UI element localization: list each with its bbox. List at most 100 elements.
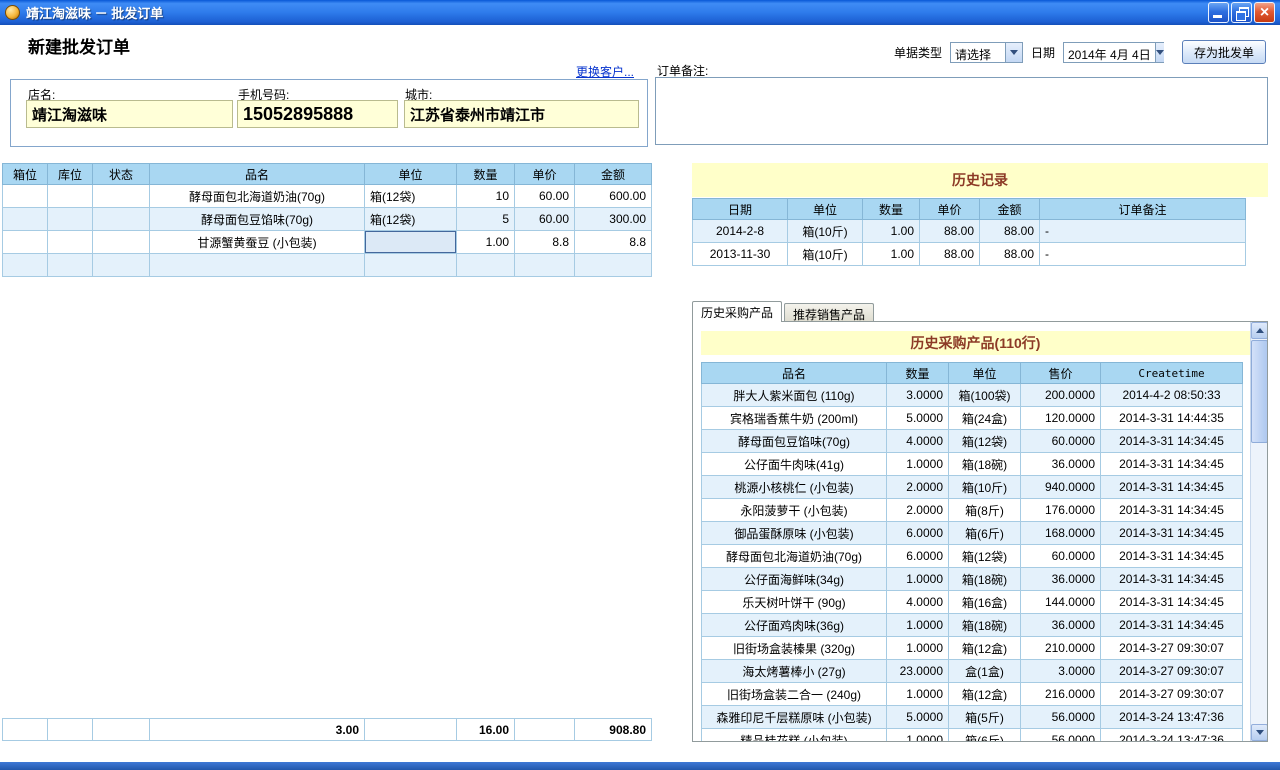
totals-loc-cell: [48, 719, 93, 741]
history-section-title: 历史记录: [692, 163, 1268, 197]
order-totals-table: 3.00 16.00 908.80: [2, 718, 652, 741]
column-header: 单位: [949, 363, 1021, 384]
purchase-row[interactable]: 永阳菠萝干 (小包装)2.0000箱(8斤)176.00002014-3-31 …: [702, 499, 1243, 522]
date-value: 2014年 4月 4日: [1064, 43, 1155, 62]
history-row[interactable]: 2014-2-8箱(10斤)1.0088.0088.00-: [693, 220, 1246, 243]
column-header: 状态: [93, 164, 150, 185]
purchase-row-time: 2014-3-31 14:44:35: [1101, 407, 1243, 430]
purchase-row[interactable]: 精品桂花糕 (小包装)1.0000箱(6斤)56.00002014-3-24 1…: [702, 729, 1243, 743]
store-name-field[interactable]: [26, 100, 233, 128]
order-totals-row: 3.00 16.00 908.80: [3, 719, 652, 741]
order-row-qty: 10: [457, 185, 515, 208]
chevron-down-icon[interactable]: [1005, 43, 1022, 62]
chevron-down-icon[interactable]: [1155, 43, 1164, 62]
phone-field[interactable]: [237, 100, 398, 128]
order-row-unit: 箱(12袋): [365, 185, 457, 208]
purchase-row-time: 2014-3-31 14:34:45: [1101, 499, 1243, 522]
close-button[interactable]: [1254, 2, 1275, 23]
purchase-row-name: 旧街场盒装榛果 (320g): [702, 637, 887, 660]
order-row-price: 60.00: [515, 185, 575, 208]
scroll-down-icon[interactable]: [1251, 724, 1268, 741]
order-row-loc: [48, 231, 93, 254]
purchase-row-qty: 6.0000: [887, 545, 949, 568]
window-controls: [1208, 2, 1275, 23]
tab-history-purchase[interactable]: 历史采购产品: [692, 301, 782, 322]
order-row-name: [150, 254, 365, 277]
doc-type-select[interactable]: 请选择: [950, 42, 1023, 63]
column-header: 订单备注: [1040, 199, 1246, 220]
purchase-row-time: 2014-3-24 13:47:36: [1101, 706, 1243, 729]
scrollbar-thumb[interactable]: [1251, 340, 1268, 443]
order-row[interactable]: 酵母面包北海道奶油(70g)箱(12袋)1060.00600.00: [3, 185, 652, 208]
history-row-remark: -: [1040, 220, 1246, 243]
totals-qty: 16.00: [457, 719, 515, 741]
history-row-price: 88.00: [920, 243, 980, 266]
purchase-row[interactable]: 御品蛋酥原味 (小包装)6.0000箱(6斤)168.00002014-3-31…: [702, 522, 1243, 545]
purchase-table: 品名数量单位售价Createtime 胖大人紫米面包 (110g)3.0000箱…: [701, 362, 1243, 742]
order-row-box: [3, 185, 48, 208]
order-table-wrap: 箱位库位状态品名单位数量单价金额 酵母面包北海道奶油(70g)箱(12袋)106…: [2, 163, 652, 277]
purchase-row-qty: 6.0000: [887, 522, 949, 545]
order-row-status: [93, 231, 150, 254]
purchase-row-time: 2014-3-31 14:34:45: [1101, 614, 1243, 637]
purchase-row[interactable]: 旧街场盒装榛果 (320g)1.0000箱(12盒)210.00002014-3…: [702, 637, 1243, 660]
tab-bar: 历史采购产品 推荐销售产品: [692, 301, 876, 322]
purchase-row-price: 176.0000: [1021, 499, 1101, 522]
change-customer-link[interactable]: 更换客户...: [576, 63, 648, 80]
minimize-button[interactable]: [1208, 2, 1229, 23]
purchase-row[interactable]: 公仔面鸡肉味(36g)1.0000箱(18碗)36.00002014-3-31 …: [702, 614, 1243, 637]
save-wholesale-button[interactable]: 存为批发单: [1182, 40, 1266, 64]
purchase-row-time: 2014-3-31 14:34:45: [1101, 430, 1243, 453]
order-row[interactable]: 酵母面包豆馅味(70g)箱(12袋)560.00300.00: [3, 208, 652, 231]
purchase-row-time: 2014-3-24 13:47:36: [1101, 729, 1243, 743]
purchase-row[interactable]: 乐天树叶饼干 (90g)4.0000箱(16盒)144.00002014-3-3…: [702, 591, 1243, 614]
purchase-row-name: 乐天树叶饼干 (90g): [702, 591, 887, 614]
history-row-amount: 88.00: [980, 220, 1040, 243]
column-header: 金额: [575, 164, 652, 185]
purchase-row-qty: 2.0000: [887, 476, 949, 499]
purchase-scrollbar[interactable]: [1250, 322, 1267, 741]
restore-button[interactable]: [1231, 2, 1252, 23]
scroll-up-icon[interactable]: [1251, 322, 1268, 339]
purchase-row-name: 旧街场盒装二合一 (240g): [702, 683, 887, 706]
purchase-row-qty: 5.0000: [887, 706, 949, 729]
purchase-row[interactable]: 森雅印尼千层糕原味 (小包装)5.0000箱(5斤)56.00002014-3-…: [702, 706, 1243, 729]
doc-type-value: 请选择: [951, 43, 995, 62]
tab-recommend-sale[interactable]: 推荐销售产品: [784, 303, 874, 322]
history-row[interactable]: 2013-11-30箱(10斤)1.0088.0088.00-: [693, 243, 1246, 266]
order-row[interactable]: 甘源蟹黄蚕豆 (小包装)1.008.88.8: [3, 231, 652, 254]
purchase-row-qty: 5.0000: [887, 407, 949, 430]
purchase-row-qty: 1.0000: [887, 637, 949, 660]
purchase-row-name: 御品蛋酥原味 (小包装): [702, 522, 887, 545]
column-header: 单价: [515, 164, 575, 185]
order-row-amount: 300.00: [575, 208, 652, 231]
date-label: 日期: [1031, 44, 1055, 61]
history-table-header: 日期单位数量单价金额订单备注: [693, 199, 1246, 220]
column-header: 库位: [48, 164, 93, 185]
purchase-row-unit: 箱(10斤): [949, 476, 1021, 499]
purchase-row[interactable]: 酵母面包北海道奶油(70g)6.0000箱(12袋)60.00002014-3-…: [702, 545, 1243, 568]
order-row-unit: 箱(12袋): [365, 208, 457, 231]
date-select[interactable]: 2014年 4月 4日: [1063, 42, 1164, 63]
history-row-qty: 1.00: [863, 220, 920, 243]
purchase-row[interactable]: 胖大人紫米面包 (110g)3.0000箱(100袋)200.00002014-…: [702, 384, 1243, 407]
order-row[interactable]: [3, 254, 652, 277]
purchase-row[interactable]: 海太烤薯棒小 (27g)23.0000盒(1盒)3.00002014-3-27 …: [702, 660, 1243, 683]
purchase-row[interactable]: 旧街场盒装二合一 (240g)1.0000箱(12盒)216.00002014-…: [702, 683, 1243, 706]
order-row-price: [515, 254, 575, 277]
totals-box-cell: [3, 719, 48, 741]
purchase-row[interactable]: 宾格瑞香蕉牛奶 (200ml)5.0000箱(24盒)120.00002014-…: [702, 407, 1243, 430]
purchase-row[interactable]: 桃源小核桃仁 (小包装)2.0000箱(10斤)940.00002014-3-3…: [702, 476, 1243, 499]
purchase-row-name: 永阳菠萝干 (小包装): [702, 499, 887, 522]
purchase-row-price: 36.0000: [1021, 568, 1101, 591]
purchase-row-time: 2014-3-27 09:30:07: [1101, 637, 1243, 660]
purchase-row[interactable]: 酵母面包豆馅味(70g)4.0000箱(12袋)60.00002014-3-31…: [702, 430, 1243, 453]
purchase-row-price: 940.0000: [1021, 476, 1101, 499]
history-table: 日期单位数量单价金额订单备注 2014-2-8箱(10斤)1.0088.0088…: [692, 198, 1246, 266]
purchase-row[interactable]: 公仔面牛肉味(41g)1.0000箱(18碗)36.00002014-3-31 …: [702, 453, 1243, 476]
order-remark-input[interactable]: [655, 77, 1268, 145]
purchase-row[interactable]: 公仔面海鲜味(34g)1.0000箱(18碗)36.00002014-3-31 …: [702, 568, 1243, 591]
city-field[interactable]: [404, 100, 639, 128]
purchase-row-unit: 箱(100袋): [949, 384, 1021, 407]
order-row-qty: 1.00: [457, 231, 515, 254]
